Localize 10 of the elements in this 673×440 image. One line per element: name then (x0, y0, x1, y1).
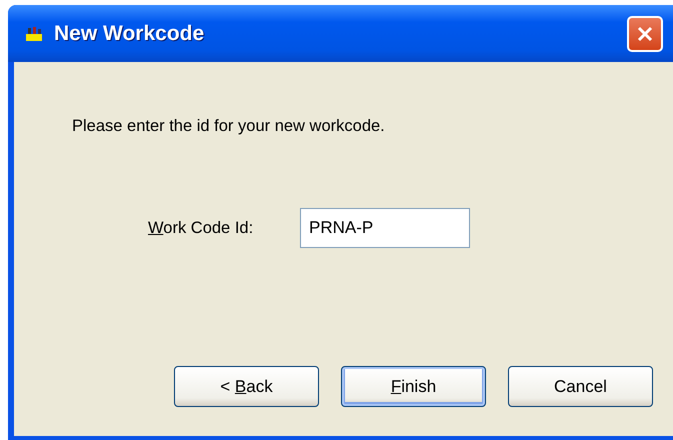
input-field[interactable]: PRNA-P (300, 208, 470, 248)
close-button[interactable] (627, 16, 663, 52)
dialog-button[interactable]: < Back (174, 366, 319, 407)
instruction-text: Please enter the id for your new workcode. (72, 117, 386, 136)
field-label: Work Code Id: (148, 218, 254, 238)
dialog-button[interactable]: Finish (341, 366, 486, 407)
app-icon (26, 26, 42, 40)
close-icon (637, 26, 653, 42)
dialog-button[interactable]: Cancel (508, 366, 653, 407)
window-title: New Workcode (54, 22, 206, 46)
